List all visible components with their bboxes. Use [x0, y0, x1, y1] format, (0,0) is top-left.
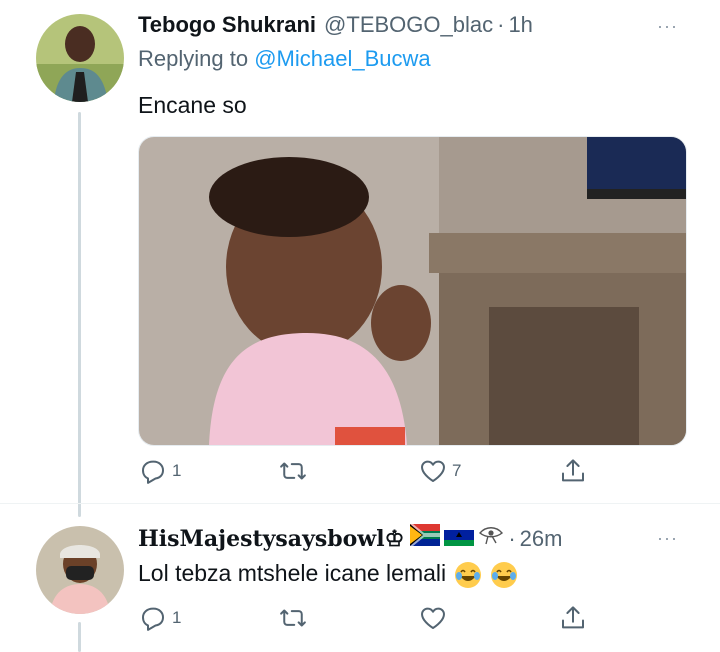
replying-to: Replying to @Michael_Bucwa: [138, 46, 431, 72]
laughing-emoji-icon: [454, 562, 481, 588]
south-africa-flag-icon: [410, 524, 441, 546]
reply-button[interactable]: 1: [138, 456, 278, 486]
retweet-button[interactable]: [278, 456, 418, 486]
avatar[interactable]: [36, 526, 124, 614]
tweet-text: Lol tebza mtshele icane lemali: [138, 560, 519, 590]
display-name[interactable]: Tebogo Shukrani: [138, 12, 316, 38]
thread-line: [78, 112, 81, 517]
timestamp[interactable]: 1h: [508, 12, 532, 38]
timestamp[interactable]: 26m: [520, 526, 563, 552]
tweet-header: Tebogo Shukrani @TEBOGO_blac · 1h: [138, 12, 533, 38]
reply-count: 1: [172, 461, 182, 480]
share-icon: [562, 459, 584, 482]
tweet-header: HisMajestysaysbowl♔ · 26m: [138, 524, 562, 552]
tweet-actions: 1 7: [138, 456, 618, 486]
retweet-icon: [280, 462, 306, 480]
tweet-actions: 1: [138, 603, 618, 633]
user-handle[interactable]: @TEBOGO_blac: [324, 12, 493, 38]
heart-icon: [421, 607, 445, 629]
retweet-icon: [280, 609, 306, 627]
separator-dot: ·: [508, 526, 516, 551]
separator-dot: ·: [497, 12, 505, 37]
share-icon: [562, 606, 584, 629]
reply-button[interactable]: 1: [138, 603, 278, 633]
retweet-button[interactable]: [278, 603, 418, 633]
lesotho-flag-icon: [444, 524, 475, 546]
like-button[interactable]: 7: [418, 456, 558, 486]
tweet-text: Encane so: [138, 92, 247, 118]
share-button[interactable]: [558, 603, 618, 633]
laughing-emoji-icon: [490, 562, 517, 588]
heart-icon: [421, 460, 445, 482]
tweet-divider: [0, 503, 720, 504]
share-button[interactable]: [558, 456, 618, 486]
like-count: 7: [452, 461, 462, 480]
display-name[interactable]: HisMajestysaysbowl♔: [138, 526, 404, 552]
more-options-icon[interactable]: ···: [657, 16, 678, 37]
thread-line: [78, 622, 81, 652]
more-options-icon[interactable]: ···: [657, 528, 678, 549]
reply-icon: [142, 607, 164, 631]
replying-to-mention[interactable]: @Michael_Bucwa: [254, 46, 430, 71]
tweet-image[interactable]: [138, 136, 687, 446]
avatar[interactable]: [36, 14, 124, 102]
replying-to-label: Replying to: [138, 46, 249, 71]
reply-count: 1: [172, 608, 182, 627]
tweet-text-content: Lol tebza mtshele icane lemali: [138, 560, 447, 587]
reply-icon: [142, 460, 164, 484]
like-button[interactable]: [418, 603, 558, 633]
eye-of-horus-icon: [479, 527, 504, 545]
